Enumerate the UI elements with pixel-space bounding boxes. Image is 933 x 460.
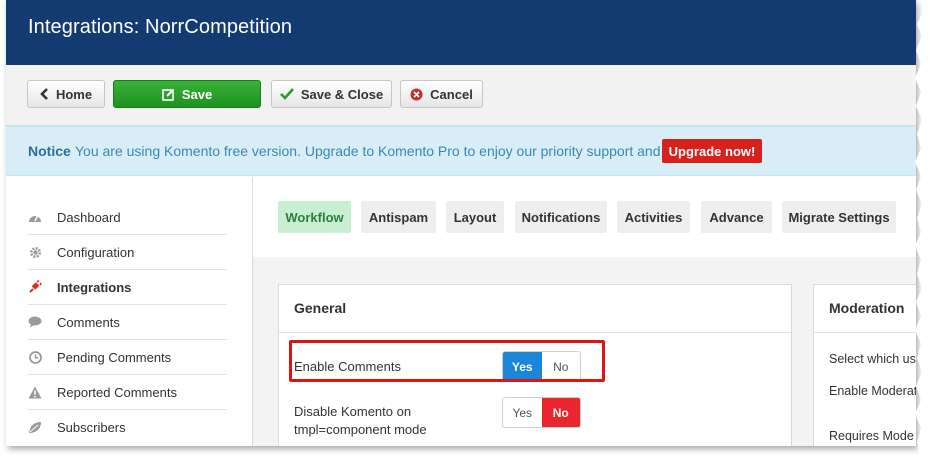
- tab-bar: Workflow Antispam Layout Notifications A…: [253, 177, 916, 257]
- disable-komento-label: Disable Komento on tmpl=component mode: [294, 403, 427, 439]
- cancel-button-label: Cancel: [430, 86, 473, 102]
- comment-icon: [28, 315, 42, 329]
- sidebar-item-dashboard[interactable]: Dashboard: [28, 200, 227, 235]
- moderation-select-text: Select which us: [829, 352, 916, 366]
- chevron-left-icon: [40, 88, 49, 100]
- enable-moderation-label: Enable Moderat: [829, 384, 916, 398]
- edit-icon: [162, 88, 175, 101]
- save-button[interactable]: Save: [113, 80, 261, 108]
- dashboard-icon: [28, 210, 42, 224]
- cancel-icon: [410, 88, 423, 101]
- sidebar-item-label: Comments: [57, 314, 120, 330]
- main-content: Workflow Antispam Layout Notifications A…: [252, 177, 916, 446]
- annotation-highlight-box: [289, 340, 605, 382]
- requires-moderation-label: Requires Mode: [829, 429, 914, 443]
- sidebar-item-pending-comments[interactable]: Pending Comments: [28, 340, 227, 375]
- disable-komento-toggle[interactable]: Yes No: [502, 397, 581, 428]
- page-title: Integrations: NorrCompetition: [28, 16, 293, 38]
- disable-komento-label-line1: Disable Komento on: [294, 404, 412, 419]
- notice-text: You are using Komento free version. Upgr…: [75, 143, 701, 159]
- leaf-icon: [28, 421, 42, 435]
- tab-activities[interactable]: Activities: [617, 201, 690, 233]
- moderation-panel-title: Moderation: [814, 285, 916, 333]
- tab-antispam[interactable]: Antispam: [361, 201, 436, 233]
- plug-icon: [28, 280, 42, 294]
- sidebar-item-label: Pending Comments: [57, 349, 172, 365]
- save-button-label: Save: [181, 86, 213, 102]
- home-button-label: Home: [55, 86, 93, 102]
- upgrade-now-button[interactable]: Upgrade now!: [662, 139, 762, 163]
- sidebar-item-label: Dashboard: [57, 209, 121, 225]
- tab-advance[interactable]: Advance: [701, 201, 772, 233]
- warning-icon: [28, 385, 42, 399]
- save-close-button[interactable]: Save & Close: [271, 80, 392, 108]
- moderation-panel: Moderation Select which us Enable Modera…: [813, 284, 916, 446]
- tab-migrate-settings[interactable]: Migrate Settings: [782, 201, 896, 233]
- tab-notifications[interactable]: Notifications: [515, 201, 607, 233]
- sidebar-item-subscribers[interactable]: Subscribers: [28, 410, 227, 445]
- cancel-button[interactable]: Cancel: [400, 80, 483, 108]
- sidebar-item-comments[interactable]: Comments: [28, 305, 227, 340]
- home-button[interactable]: Home: [27, 80, 105, 108]
- sidebar-item-integrations[interactable]: Integrations: [28, 270, 227, 305]
- clock-icon: [28, 350, 42, 364]
- sidebar-item-label: Integrations: [57, 279, 132, 295]
- sidebar-item-configuration[interactable]: Configuration: [28, 235, 227, 270]
- page-header: Integrations: NorrCompetition: [6, 0, 916, 65]
- sidebar-item-label: Subscribers: [57, 420, 126, 435]
- sidebar-item-label: Configuration: [57, 244, 135, 260]
- app-window: Integrations: NorrCompetition Home Save …: [6, 0, 916, 446]
- general-panel-title: General: [279, 285, 791, 333]
- disable-komento-label-line2: tmpl=component mode: [294, 422, 427, 437]
- disable-komento-no[interactable]: No: [541, 398, 580, 427]
- torn-edge: [915, 0, 933, 460]
- notice-title: Notice: [28, 143, 71, 159]
- gear-icon: [28, 245, 42, 259]
- disable-komento-yes[interactable]: Yes: [503, 398, 542, 427]
- notice-banner: Notice You are using Komento free versio…: [6, 126, 916, 176]
- sidebar-item-reported-comments[interactable]: Reported Comments: [28, 375, 227, 410]
- sidebar-item-label: Reported Comments: [57, 384, 177, 400]
- tab-layout[interactable]: Layout: [446, 201, 504, 233]
- check-icon: [279, 88, 294, 100]
- toolbar: Home Save Save & Close Cancel: [6, 65, 916, 126]
- sidebar: Dashboard Configuration Integrations Com…: [6, 177, 252, 446]
- tab-workflow[interactable]: Workflow: [278, 201, 351, 233]
- save-close-button-label: Save & Close: [300, 86, 384, 102]
